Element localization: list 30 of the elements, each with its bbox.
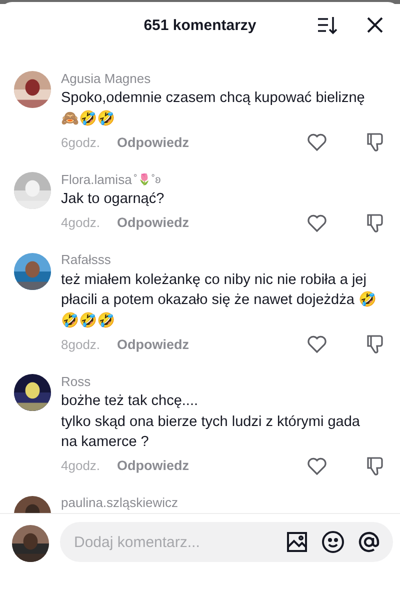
comment-author[interactable]: paulina.szląskiewicz <box>61 495 178 510</box>
comment-author[interactable]: Rafałsss <box>61 252 111 267</box>
comment-text: bożhe też tak chcę.... tylko skąd ona bierze tych ludzi z którymi gada na kamerce ? <box>61 392 361 452</box>
emoji-icon[interactable] <box>321 530 345 554</box>
image-icon[interactable] <box>285 530 309 554</box>
thumbs-down-icon[interactable] <box>364 333 386 355</box>
comment-time: 8godz. <box>61 336 102 352</box>
comment-author[interactable]: Ross <box>61 374 91 388</box>
reply-link[interactable]: Odpowiedz <box>117 215 306 230</box>
name-decoration: ˚🌷˚ʚ <box>134 172 161 186</box>
comment-author[interactable]: Agusia Magnes <box>61 70 151 86</box>
heart-icon[interactable] <box>306 333 328 355</box>
comment-text: Spoko,odemnie czasem chcą kupować bieliznę 🙈🤣🤣 <box>61 89 366 128</box>
comment-box[interactable]: Dodaj komentarz... <box>60 522 393 562</box>
comment-author[interactable]: Flora.lamisa <box>61 172 132 186</box>
reply-link[interactable]: Odpowiedz <box>117 134 306 150</box>
reply-link[interactable]: Odpowiedz <box>117 458 306 473</box>
comment-time: 4godz. <box>61 458 102 473</box>
thumbs-down-icon[interactable] <box>364 131 386 153</box>
mention-icon[interactable] <box>357 530 381 554</box>
comment-text: Jak to ogarnąć? <box>61 190 166 209</box>
sort-icon[interactable] <box>316 14 338 36</box>
thumbs-down-icon[interactable] <box>364 454 386 476</box>
comment-time: 6godz. <box>61 134 102 150</box>
reply-link[interactable]: Odpowiedz <box>117 336 306 352</box>
heart-icon[interactable] <box>306 131 328 153</box>
comments-title: 651 komentarzy <box>144 16 256 34</box>
comment-time: 4godz. <box>61 215 102 230</box>
comment-text: też miałem koleżankę co niby nic nie robiła a jej płacili a potem okazało się że nawet dojeżdża 🤣 🤣🤣🤣 <box>61 270 378 330</box>
thumbs-down-icon[interactable] <box>364 212 386 234</box>
